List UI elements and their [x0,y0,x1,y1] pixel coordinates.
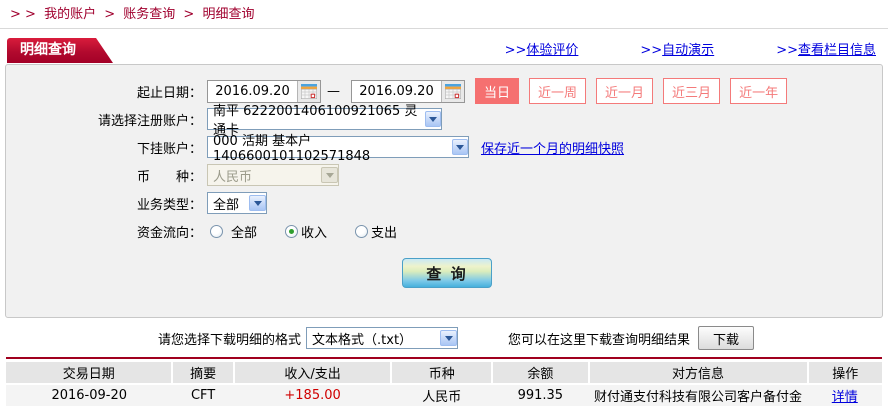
flow-option-expense-label: 支出 [371,225,398,241]
sub-account-row: 下挂账户： 000 活期 基本户 1406600101102571848 保存近… [6,133,882,164]
radio-unchecked-icon[interactable] [355,224,369,238]
table-header-row: 交易日期 摘要 收入/支出 币种 余额 对方信息 操作 [6,362,882,384]
link-label: 查看栏目信息 [797,43,876,58]
breadcrumb-separator: > [104,7,116,22]
quick-range-month-button[interactable]: 近一月 [596,78,654,104]
date-range-label: 起止日期： [136,85,202,101]
link-prefix: >> [640,43,663,58]
chevron-down-icon[interactable] [249,195,266,211]
tab-bar: 明细查询 >>体验评价 >>自动演示 >>查看栏目信息 [0,31,888,64]
download-format-label: 请您选择下载明细的格式 [158,332,302,348]
sub-account-select[interactable]: 000 活期 基本户 1406600101102571848 [207,134,469,164]
breadcrumb: > > 我的账户 > 账务查询 > 明细查询 [0,0,888,29]
query-form-panel: 起止日期： — [5,64,883,318]
flow-option-income-label: 收入 [301,225,328,241]
sub-account-label: 下挂账户： [136,141,202,157]
flow-option-income[interactable]: 收入 [285,222,327,241]
currency-row: 币 种： 人民币 [6,161,882,189]
currency-value: 人民币 [213,169,253,185]
calendar-icon[interactable] [297,80,320,102]
biz-type-value: 全部 [213,197,240,213]
register-account-label: 请选择注册账户： [97,113,202,129]
detail-link[interactable]: 详情 [832,390,858,405]
flow-option-all[interactable]: 全部 [210,222,257,241]
table-row: 2016-09-20 CFT +185.00 人民币 991.35 财付通支付科… [6,383,882,406]
register-account-select[interactable]: 南平 6222001406100921065 灵通卡 [207,104,442,138]
download-button[interactable]: 下载 [698,326,755,350]
radio-unchecked-icon[interactable] [210,224,223,238]
link-prefix: >> [776,43,798,58]
cell-operation: 详情 [807,383,882,406]
calendar-icon[interactable] [441,80,464,102]
register-account-row: 请选择注册账户： 南平 6222001406100921065 灵通卡 [6,104,882,138]
tab-detail-query[interactable]: 明细查询 [7,38,113,63]
flow-option-all-label: 全部 [231,225,258,241]
quick-range-3months-button[interactable]: 近三月 [663,78,721,104]
cell-balance: 991.35 [492,383,589,406]
download-row: 请您选择下载明细的格式 文本格式（.txt） 您可以在这里下载查询明细结果 下载 [0,321,888,355]
chevron-down-icon[interactable] [452,139,468,155]
biz-type-row: 业务类型： 全部 [6,189,882,217]
breadcrumb-item-detail-query[interactable]: 明细查询 [202,7,254,22]
cell-counterparty: 财付通支付科技有限公司客户备付金 [588,383,808,406]
cell-amount: +185.00 [233,383,392,406]
biz-type-label: 业务类型： [136,197,202,213]
breadcrumb-prefix: > > [10,7,36,22]
header-memo: 摘要 [171,362,234,384]
date-range-dash: — [327,83,340,99]
flow-direction-row: 资金流向： 全部 收入 支出 [6,217,882,245]
breadcrumb-item-account-query[interactable]: 账务查询 [123,7,175,22]
cell-currency: 人民币 [391,383,493,406]
chevron-down-icon[interactable] [425,111,441,127]
header-income-expense: 收入/支出 [232,362,392,384]
auto-demo-link[interactable]: >>自动演示 [640,39,714,58]
flow-option-expense[interactable]: 支出 [355,222,397,241]
date-from-input[interactable] [208,83,297,99]
header-counterparty: 对方信息 [587,362,808,384]
biz-type-select[interactable]: 全部 [207,192,267,214]
sub-account-value: 000 活期 基本户 1406600101102571848 [213,134,371,164]
link-prefix: >> [504,43,527,58]
cell-memo: CFT [172,383,234,406]
results-table: 交易日期 摘要 收入/支出 币种 余额 对方信息 操作 2016-09-20 C… [6,362,882,406]
currency-label: 币 种： [136,169,202,185]
experience-review-link[interactable]: >>体验评价 [505,39,579,58]
flow-direction-label: 资金流向： [136,225,202,241]
breadcrumb-item-my-account[interactable]: 我的账户 [44,7,96,22]
header-links: >>体验评价 >>自动演示 >>查看栏目信息 [505,39,876,58]
results-table-section: 交易日期 摘要 收入/支出 币种 余额 对方信息 操作 2016-09-20 C… [6,357,882,406]
header-trade-date: 交易日期 [6,362,173,384]
header-currency: 币种 [390,362,493,384]
download-format-value: 文本格式（.txt） [312,332,413,348]
header-balance: 余额 [491,362,589,384]
date-to-input[interactable] [352,83,441,99]
currency-select: 人民币 [207,164,339,186]
quick-range-week-button[interactable]: 近一周 [529,78,587,104]
query-button-row: 查 询 [6,258,882,288]
save-snapshot-link[interactable]: 保存近一个月的明细快照 [481,138,624,157]
radio-checked-icon[interactable] [285,224,299,238]
link-label: 自动演示 [662,43,715,58]
query-button[interactable]: 查 询 [402,258,492,288]
quick-range-today-button[interactable]: 当日 [475,78,520,104]
date-range-row: 起止日期： — [6,77,882,105]
quick-range-year-button[interactable]: 近一年 [730,78,788,104]
cell-trade-date: 2016-09-20 [6,383,173,406]
breadcrumb-separator: > [183,7,195,22]
download-format-select[interactable]: 文本格式（.txt） [306,327,459,349]
download-hint: 您可以在这里下载查询明细结果 [508,332,691,348]
header-operation: 操作 [806,362,882,384]
flow-radio-group: 全部 收入 支出 [210,222,425,241]
chevron-down-icon [321,167,338,183]
column-info-link[interactable]: >>查看栏目信息 [776,39,876,58]
chevron-down-icon[interactable] [440,330,458,346]
link-label: 体验评价 [526,43,579,58]
